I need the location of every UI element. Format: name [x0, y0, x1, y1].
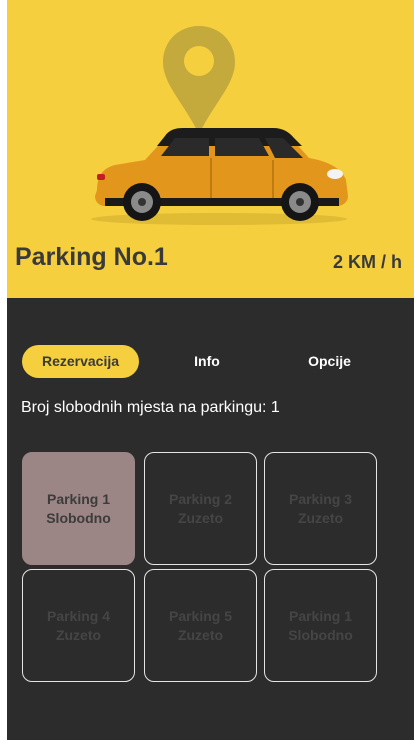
spot-status: Zuzeto	[55, 626, 102, 643]
tab-info[interactable]: Info	[172, 345, 242, 378]
spot-status: Slobodno	[288, 626, 353, 643]
spot-name: Parking 2	[168, 490, 233, 507]
parking-spot-card[interactable]: Parking 1 Slobodno	[264, 569, 377, 682]
free-spots-count: Broj slobodnih mjesta na parkingu: 1	[21, 399, 280, 416]
page-title: Parking No.1	[15, 243, 168, 271]
spot-status: Zuzeto	[177, 626, 224, 643]
parking-spot-card[interactable]: Parking 1 Slobodno	[22, 452, 135, 565]
spot-name: Parking 3	[288, 490, 353, 507]
tab-rezervacija[interactable]: Rezervacija	[22, 345, 139, 378]
tab-opcije[interactable]: Opcije	[292, 345, 367, 378]
spot-name: Parking 1	[288, 607, 353, 624]
spot-name: Parking 5	[168, 607, 233, 624]
spot-name: Parking 4	[46, 607, 111, 624]
spot-status: Zuzeto	[297, 509, 344, 526]
app-screen: Parking No.1 2 KM / h Rezervacija Info O…	[7, 0, 414, 740]
parking-spot-card[interactable]: Parking 3 Zuzeto	[264, 452, 377, 565]
car-illustration	[91, 128, 348, 225]
header: Parking No.1 2 KM / h	[7, 0, 414, 298]
spot-status: Slobodno	[46, 509, 111, 526]
speed-label: 2 KM / h	[332, 252, 402, 272]
spot-status: Zuzeto	[177, 509, 224, 526]
tab-bar: Rezervacija Info Opcije	[22, 345, 402, 378]
parking-spot-card[interactable]: Parking 4 Zuzeto	[22, 569, 135, 682]
parking-spot-card[interactable]: Parking 5 Zuzeto	[144, 569, 257, 682]
parking-spot-card[interactable]: Parking 2 Zuzeto	[144, 452, 257, 565]
spot-name: Parking 1	[46, 490, 111, 507]
